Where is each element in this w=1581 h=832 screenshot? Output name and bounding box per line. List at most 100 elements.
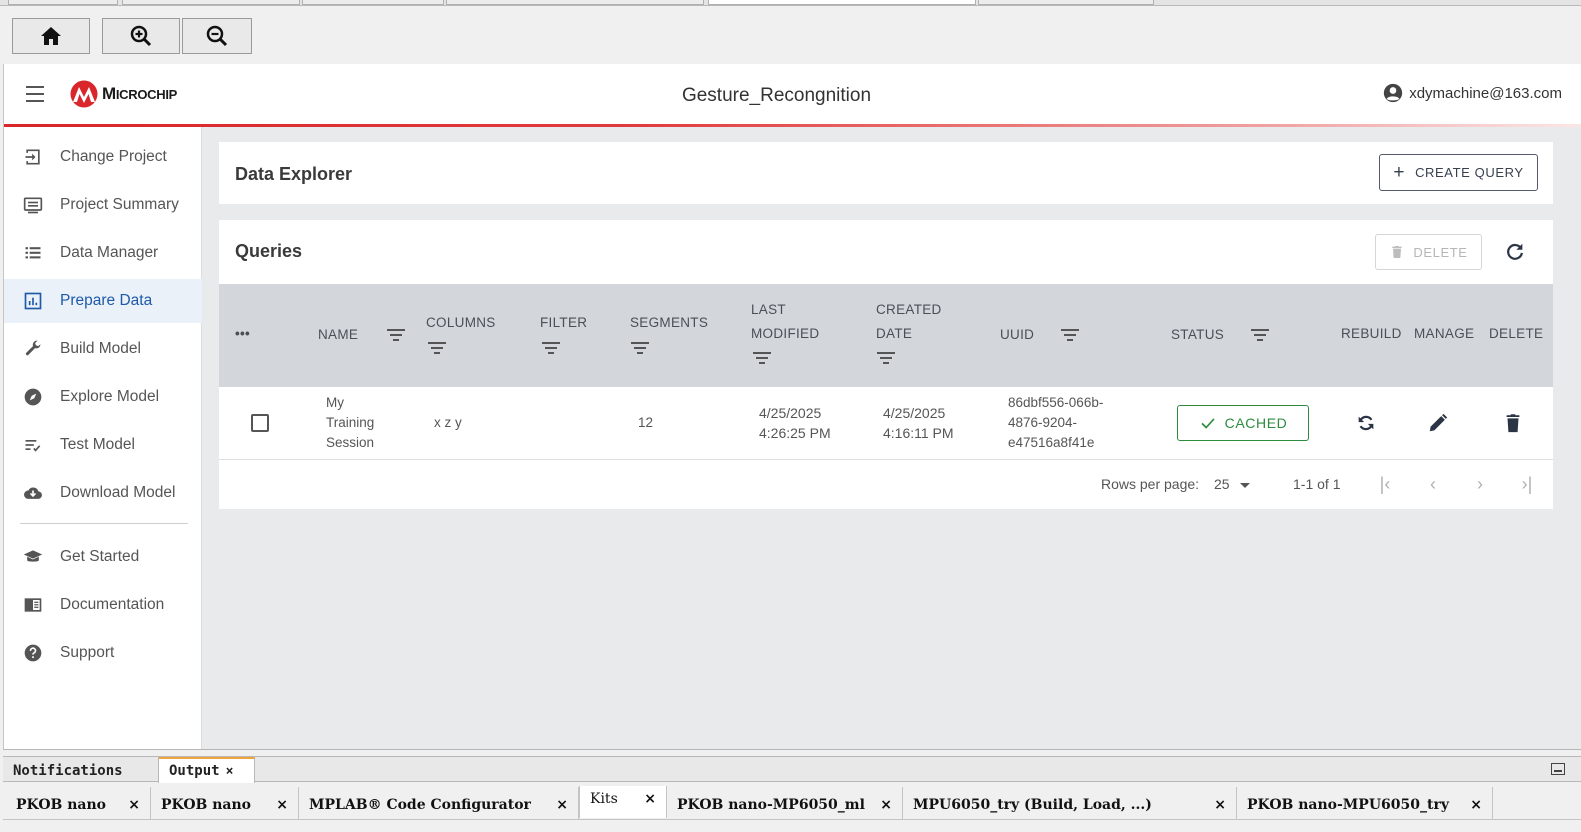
cloud-download-icon	[22, 482, 44, 504]
rows-per-page-select[interactable]: 25	[1214, 476, 1251, 492]
sidebar-item-test-model[interactable]: Test Model	[4, 423, 202, 467]
zoom-out-button[interactable]	[182, 18, 252, 54]
app-header: MICROCHIP Gesture_Recongnition xdymachin…	[4, 64, 1581, 126]
header-last-modified-line2: MODIFIED	[751, 326, 820, 341]
last-page-icon[interactable]: ›|	[1515, 474, 1539, 494]
sidebar-item-build-model[interactable]: Build Model	[4, 327, 202, 371]
query-segments: 12	[638, 415, 654, 430]
data-explorer-card: Data Explorer + CREATE QUERY	[219, 142, 1553, 204]
close-icon[interactable]: ×	[226, 764, 234, 779]
ide-tab[interactable]	[8, 0, 118, 5]
data-explorer-title: Data Explorer	[235, 164, 353, 184]
first-page-icon[interactable]: |‹	[1373, 474, 1397, 494]
home-button[interactable]	[12, 18, 90, 54]
uuid-filter-icon[interactable]	[1061, 329, 1079, 341]
output-tab-pkob-mp6050-ml[interactable]: PKOB nano-MP6050_ml ×	[667, 787, 903, 819]
filter-filter-icon[interactable]	[542, 342, 560, 354]
ide-tab[interactable]	[122, 0, 300, 5]
header-segments: SEGMENTS	[630, 315, 709, 330]
next-page-icon[interactable]: ›	[1468, 474, 1492, 494]
sidebar: Change Project Project Summary Data Mana…	[4, 127, 202, 749]
minimize-icon[interactable]	[1551, 763, 1565, 775]
sidebar-item-documentation[interactable]: Documentation	[4, 583, 202, 627]
check-icon	[1201, 418, 1215, 429]
output-tab-mpu6050-build[interactable]: MPU6050_try (Build, Load, ...) ×	[903, 787, 1237, 819]
page-range: 1-1 of 1	[1293, 476, 1341, 492]
sidebar-item-support[interactable]: Support	[4, 631, 202, 675]
row-checkbox[interactable]	[251, 414, 269, 432]
book-icon	[22, 594, 44, 616]
queries-title: Queries	[235, 241, 303, 261]
output-tab-kits[interactable]: Kits ×	[579, 786, 667, 818]
status-filter-icon[interactable]	[1251, 329, 1269, 341]
segments-filter-icon[interactable]	[631, 342, 649, 354]
edit-icon[interactable]	[1426, 411, 1450, 435]
sidebar-item-change-project[interactable]: Change Project	[4, 135, 202, 179]
output-tab-pkob-mpu6050-try[interactable]: PKOB nano-MPU6050_try ×	[1237, 787, 1493, 819]
column-menu-button[interactable]: •••	[235, 322, 250, 346]
close-icon[interactable]: ×	[276, 787, 288, 823]
query-uuid: 86dbf556-066b- 4876-9204- e47516a8f41e	[1008, 395, 1104, 450]
prepare-data-icon	[22, 290, 44, 312]
output-tab-pkob-nano-2[interactable]: PKOB nano ×	[151, 787, 299, 819]
header-delete: DELETE	[1489, 326, 1544, 341]
previous-page-icon[interactable]: ‹	[1421, 474, 1445, 494]
close-icon[interactable]: ×	[644, 786, 656, 812]
rebuild-icon[interactable]	[1354, 411, 1378, 435]
delete-row-icon[interactable]	[1501, 411, 1525, 435]
delete-selected-button[interactable]: DELETE	[1375, 234, 1482, 270]
close-icon[interactable]: ×	[128, 787, 140, 823]
data-manager-icon	[22, 242, 44, 264]
caret-down-icon	[1240, 482, 1251, 488]
header-rebuild: REBUILD	[1341, 326, 1402, 341]
ide-tab[interactable]	[302, 0, 444, 5]
close-icon[interactable]: ×	[556, 787, 568, 823]
queries-card: Queries DELETE ••• NAME COLUMNS FILTER S…	[219, 220, 1553, 509]
query-columns: x z y	[434, 415, 462, 430]
refresh-icon[interactable]	[1503, 240, 1527, 264]
close-icon[interactable]: ×	[1214, 787, 1226, 823]
tab-output[interactable]: Output ×	[159, 757, 255, 783]
header-name: NAME	[318, 327, 359, 342]
sidebar-item-get-started[interactable]: Get Started	[4, 535, 202, 579]
sidebar-item-data-manager[interactable]: Data Manager	[4, 231, 202, 275]
sidebar-item-explore-model[interactable]: Explore Model	[4, 375, 202, 419]
columns-filter-icon[interactable]	[428, 342, 446, 354]
create-query-button[interactable]: + CREATE QUERY	[1379, 154, 1538, 191]
close-icon[interactable]: ×	[1470, 787, 1482, 823]
query-last-modified: 4/25/2025 4:26:25 PM	[759, 405, 831, 441]
browser-toolbar	[0, 6, 1581, 64]
project-summary-icon	[22, 194, 44, 216]
sidebar-item-prepare-data[interactable]: Prepare Data	[4, 279, 202, 323]
header-manage: MANAGE	[1414, 326, 1475, 341]
tab-notifications[interactable]: Notifications	[3, 757, 159, 783]
last-modified-filter-icon[interactable]	[753, 352, 771, 364]
header-uuid: UUID	[1000, 327, 1035, 342]
name-filter-icon[interactable]	[387, 329, 405, 341]
query-name[interactable]: My Training Session	[326, 393, 374, 453]
zoom-in-button[interactable]	[102, 18, 180, 54]
table-pagination: Rows per page: 25 1-1 of 1 |‹ ‹ › ›|	[219, 460, 1553, 508]
header-columns: COLUMNS	[426, 315, 496, 330]
compass-icon	[22, 386, 44, 408]
close-icon[interactable]: ×	[880, 787, 892, 823]
home-icon	[41, 27, 61, 45]
ide-tab[interactable]	[446, 0, 704, 5]
output-tab-code-configurator[interactable]: MPLAB® Code Configurator ×	[299, 787, 579, 819]
user-email: xdymachine@163.com	[1409, 84, 1562, 102]
account-icon	[1384, 83, 1403, 103]
created-filter-icon[interactable]	[877, 352, 895, 364]
header-created-line1: CREATED	[876, 302, 942, 317]
project-title: Gesture_Recongnition	[681, 85, 872, 106]
panel-tab-bar: Notifications Output ×	[3, 756, 1581, 783]
ide-tab[interactable]	[978, 0, 1154, 5]
sidebar-item-project-summary[interactable]: Project Summary	[4, 183, 202, 227]
user-account[interactable]: xdymachine@163.com	[1383, 83, 1562, 103]
output-tab-pkob-nano-1[interactable]: PKOB nano ×	[6, 787, 151, 819]
ide-tab-active[interactable]	[708, 0, 976, 5]
sidebar-item-download-model[interactable]: Download Model	[4, 471, 202, 515]
queries-table-header: ••• NAME COLUMNS FILTER SEGMENTS LAST MO…	[219, 284, 1553, 387]
plus-icon: +	[1393, 161, 1406, 183]
query-created-date: 4/25/2025 4:16:11 PM	[883, 405, 954, 441]
header-created-line2: DATE	[876, 326, 913, 341]
